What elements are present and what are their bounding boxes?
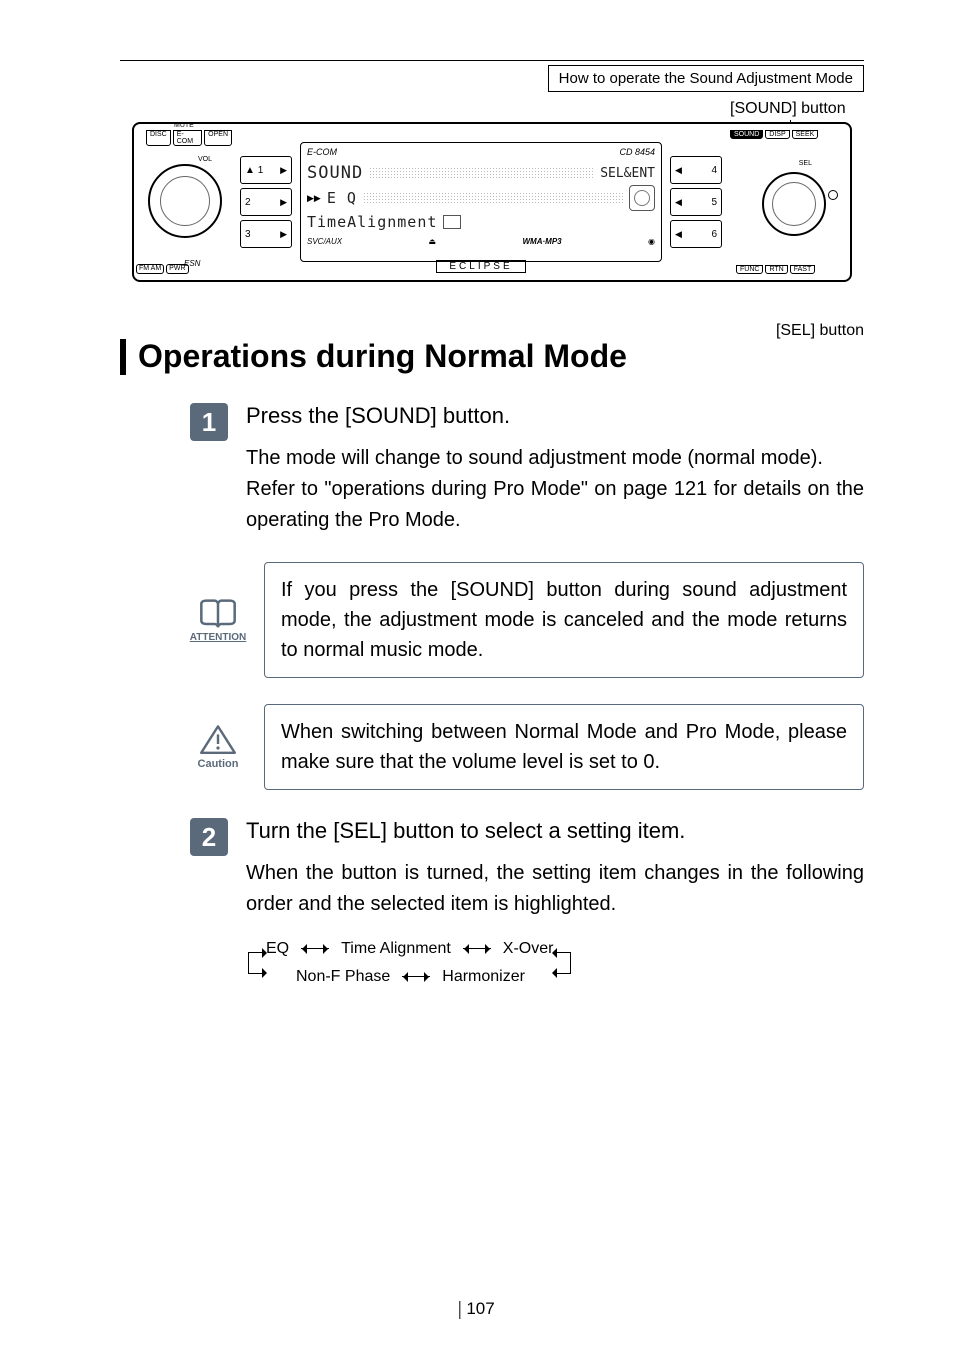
breadcrumb: How to operate the Sound Adjustment Mode xyxy=(548,65,864,92)
car-stereo-face: MUTE DISC E-COM OPEN VOL ESN FM AM PWR ▲… xyxy=(132,122,852,282)
open-tab: OPEN xyxy=(204,130,232,146)
pwr-button: PWR xyxy=(166,264,188,274)
step-1-badge: 1 xyxy=(190,403,228,441)
small-round-button xyxy=(828,190,838,200)
func-tab: FUNC xyxy=(736,265,763,274)
caution-icon: Caution xyxy=(190,704,246,790)
flow-row-1: EQ Time Alignment X-Over xyxy=(266,940,553,958)
lcd-screen: E-COM CD 8454 SOUND SEL&ENT ▶▶ E Q xyxy=(300,142,662,262)
page-number: 107 xyxy=(459,1299,494,1319)
play-icon: ▶▶ xyxy=(307,193,321,204)
sel-knob xyxy=(762,172,826,236)
step-2-para: When the button is turned, the setting i… xyxy=(246,858,864,920)
car-icon xyxy=(443,215,461,229)
double-arrow-icon xyxy=(459,944,495,954)
mute-label: MUTE xyxy=(174,122,194,129)
callout-sel-label: [SEL] button xyxy=(776,322,864,340)
heading-text: Operations during Normal Mode xyxy=(138,338,627,375)
flow-row-2: Non-F Phase Harmonizer xyxy=(266,968,553,986)
flow-xover: X-Over xyxy=(503,940,554,958)
flow-bracket-right xyxy=(553,952,571,974)
preset-3: 3▶ xyxy=(240,220,292,248)
dot-fill xyxy=(369,167,594,179)
disp-tab: DISP xyxy=(765,130,789,139)
attention-icon: ATTENTION xyxy=(190,562,246,678)
preset-col-right: ◀4 ◀5 ◀6 xyxy=(670,156,722,248)
volume-knob xyxy=(148,164,222,238)
attention-label: ATTENTION xyxy=(190,632,246,643)
flow-time-alignment: Time Alignment xyxy=(341,940,451,958)
step-1-title: Press the [SOUND] button. xyxy=(246,403,864,429)
sel-label: SEL xyxy=(799,160,812,167)
header-rule xyxy=(120,60,864,61)
screen-eq-label: E Q xyxy=(327,189,357,207)
preset-1: ▲ 1▶ xyxy=(240,156,292,184)
device-diagram: [SOUND] button MUTE DISC E-COM OPEN VOL … xyxy=(120,122,864,282)
preset-2: 2▶ xyxy=(240,188,292,216)
preset-4: ◀4 xyxy=(670,156,722,184)
attention-text: If you press the [SOUND] button during s… xyxy=(264,562,864,678)
sound-button-tab: SOUND xyxy=(730,130,763,139)
preset-5: ◀5 xyxy=(670,188,722,216)
heading-marker xyxy=(120,339,126,375)
right-knob-area: SOUND DISP SEEK SEL FUNC RTN FAST xyxy=(730,132,840,272)
step-1-para-2: Refer to "operations during Pro Mode" on… xyxy=(246,474,864,536)
left-knob-area: MUTE DISC E-COM OPEN VOL ESN FM AM PWR xyxy=(144,132,232,272)
flow-harmonizer: Harmonizer xyxy=(442,968,525,986)
screen-brand: E-COM xyxy=(307,147,337,157)
section-heading: Operations during Normal Mode xyxy=(120,338,864,375)
fm-am-button: FM AM xyxy=(136,264,164,274)
ecom-tab: E-COM xyxy=(173,130,202,146)
flow-bracket-left xyxy=(248,952,266,974)
flow-nonf-phase: Non-F Phase xyxy=(296,968,390,986)
rtn-tab: RTN xyxy=(765,265,787,274)
callout-sound-label: [SOUND] button xyxy=(730,100,846,118)
caution-text: When switching between Normal Mode and P… xyxy=(264,704,864,790)
dial-graphic-icon xyxy=(629,185,655,211)
wma-mp3-label: WMA·MP3 xyxy=(523,237,562,246)
vol-label: VOL xyxy=(198,156,212,163)
preset-6: ◀6 xyxy=(670,220,722,248)
svc-aux-label: SVC/AUX xyxy=(307,237,342,246)
step-2-badge: 2 xyxy=(190,818,228,856)
screen-sound-label: SOUND xyxy=(307,163,363,183)
disc-tab: DISC xyxy=(146,130,171,146)
preset-col-left: ▲ 1▶ 2▶ 3▶ xyxy=(240,156,292,248)
screen-model: CD 8454 xyxy=(619,147,655,157)
double-arrow-icon xyxy=(297,944,333,954)
seek-tab: SEEK xyxy=(792,130,819,139)
screen-selent-label: SEL&ENT xyxy=(600,166,655,181)
screen-timealign-label: TimeAlignment xyxy=(307,213,437,231)
caution-label: Caution xyxy=(198,758,239,770)
disc-icon: ◉ xyxy=(648,237,655,246)
double-arrow-icon xyxy=(398,972,434,982)
step-1-para-1: The mode will change to sound adjustment… xyxy=(246,443,864,474)
fast-tab: FAST xyxy=(790,265,816,274)
eclipse-logo: ECLIPSE xyxy=(436,260,525,273)
dot-fill xyxy=(363,192,623,204)
step-2-title: Turn the [SEL] button to select a settin… xyxy=(246,818,864,844)
